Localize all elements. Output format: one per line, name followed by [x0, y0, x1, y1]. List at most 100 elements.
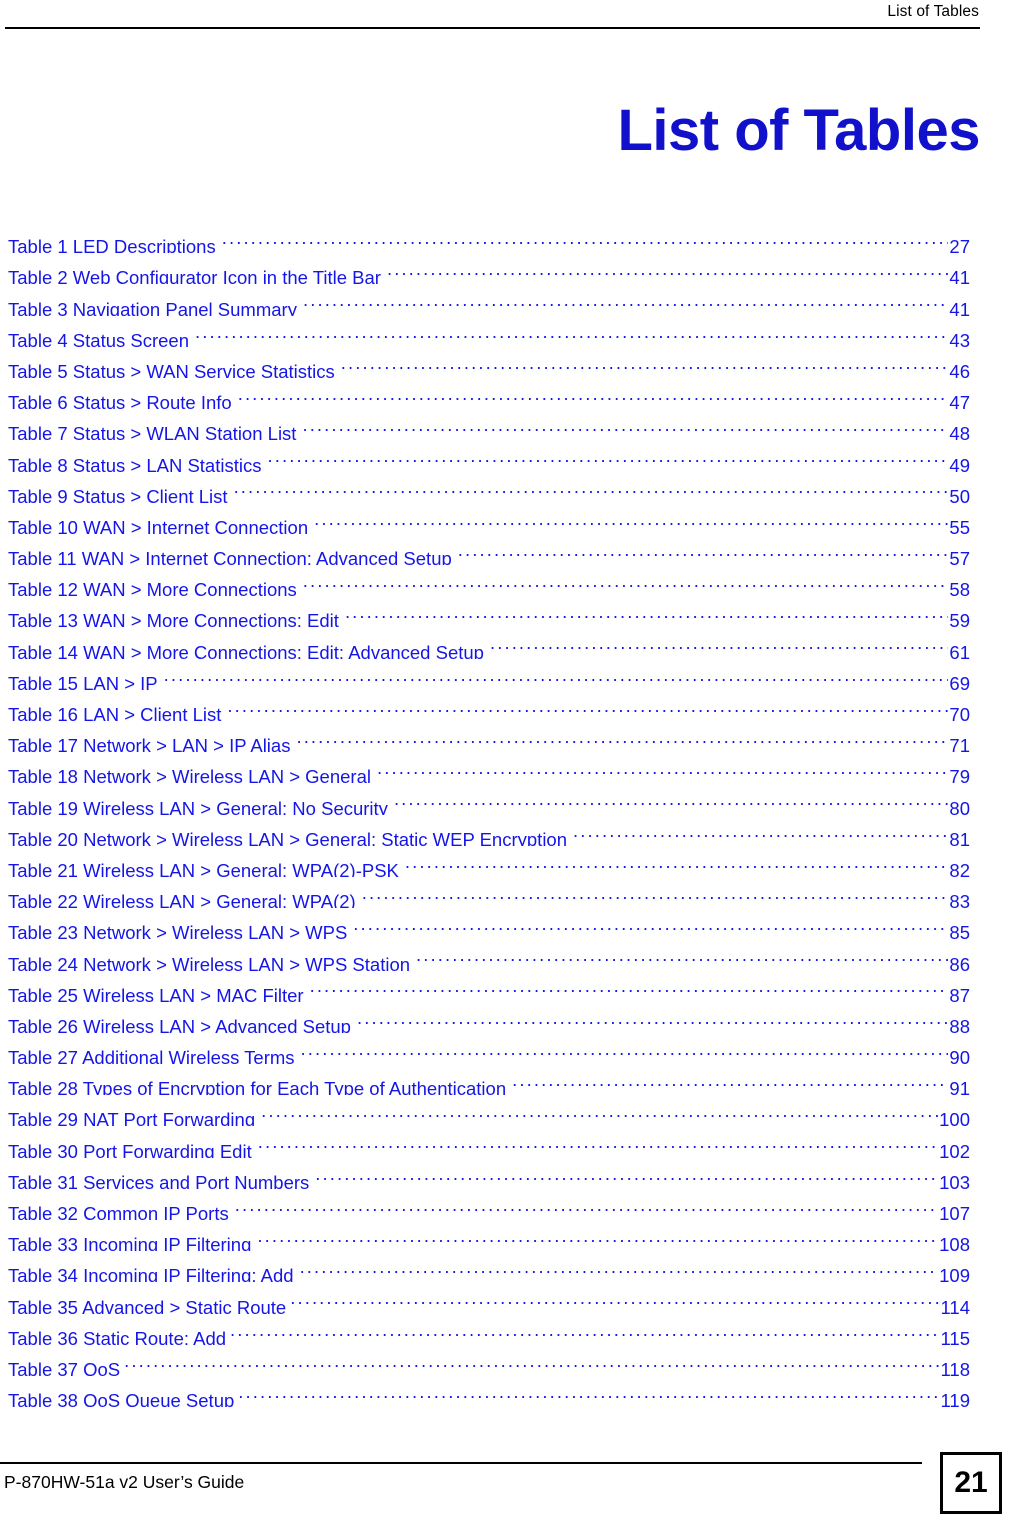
toc-entry-page-number: 81	[949, 828, 970, 846]
toc-entry-page-number: 107	[939, 1203, 970, 1220]
toc-entry[interactable]: Table 14 WAN > More Connections: Edit: A…	[8, 627, 970, 658]
toc-entry-label: Table 5 Status > WAN Service Statistics	[8, 360, 335, 378]
toc-entry[interactable]: Table 26 Wireless LAN > Advanced Setup 88	[8, 1002, 970, 1033]
toc-entry[interactable]: Table 36 Static Route: Add 115	[8, 1314, 970, 1345]
toc-entry[interactable]: Table 19 Wireless LAN > General: No Secu…	[8, 783, 970, 814]
toc-entry-label: Table 15 LAN > IP	[8, 672, 158, 690]
toc-entry-page-number: 80	[949, 797, 970, 815]
toc-entry[interactable]: Table 12 WAN > More Connections 58	[8, 565, 970, 596]
toc-entry[interactable]: Table 4 Status Screen 43	[8, 316, 970, 347]
toc-dot-leader	[314, 503, 948, 534]
toc-entry-label: Table 25 Wireless LAN > MAC Filter	[8, 984, 304, 1002]
toc-entry-label: Table 28 Types of Encryption for Each Ty…	[8, 1078, 507, 1096]
toc-entry-label: Table 34 Incoming IP Filtering: Add	[8, 1265, 294, 1283]
toc-dot-leader	[257, 1220, 938, 1251]
toc-dot-leader	[394, 783, 948, 814]
toc-entry-label: Table 17 Network > LAN > IP Alias	[8, 735, 291, 753]
toc-entry[interactable]: Table 29 NAT Port Forwarding 100	[8, 1095, 970, 1126]
toc-entry[interactable]: Table 28 Types of Encryption for Each Ty…	[8, 1064, 970, 1095]
toc-entry-label: Table 9 Status > Client List	[8, 485, 228, 503]
toc-entry-label: Table 36 Static Route: Add	[8, 1327, 227, 1345]
toc-entry-label: Table 27 Additional Wireless Terms	[8, 1047, 295, 1065]
toc-entry-page-number: 90	[949, 1047, 970, 1065]
toc-entry[interactable]: Table 35 Advanced > Static Route 114	[8, 1282, 970, 1313]
toc-dot-leader	[238, 378, 949, 409]
toc-dot-leader	[290, 1282, 940, 1313]
running-header-title: List of Tables	[887, 3, 979, 20]
toc-entry-page-number: 46	[949, 360, 970, 378]
toc-entry-label: Table 6 Status > Route Info	[8, 392, 232, 410]
toc-entry[interactable]: Table 33 Incoming IP Filtering 108	[8, 1220, 970, 1251]
toc-entry[interactable]: Table 25 Wireless LAN > MAC Filter 87	[8, 971, 970, 1002]
toc-dot-leader	[315, 1158, 938, 1189]
toc-entry-page-number: 70	[949, 704, 970, 721]
toc-entry[interactable]: Table 15 LAN > IP 69	[8, 659, 970, 690]
toc-entry[interactable]: Table 2 Web Configurator Icon in the Tit…	[8, 253, 970, 284]
toc-entry[interactable]: Table 32 Common IP Ports 107	[8, 1189, 970, 1220]
toc-entry-label: Table 14 WAN > More Connections: Edit: A…	[8, 641, 484, 659]
toc-dot-leader	[195, 316, 948, 347]
toc-entry[interactable]: Table 11 WAN > Internet Connection: Adva…	[8, 534, 970, 565]
toc-entry[interactable]: Table 8 Status > LAN Statistics 49	[8, 440, 970, 471]
toc-entry-page-number: 118	[940, 1358, 971, 1376]
toc-entry[interactable]: Table 3 Navigation Panel Summary 41	[8, 284, 970, 315]
toc-entry-label: Table 16 LAN > Client List	[8, 704, 222, 721]
page-title: List of Tables	[617, 97, 980, 163]
toc-entry-label: Table 31 Services and Port Numbers	[8, 1171, 310, 1189]
toc-entry[interactable]: Table 20 Network > Wireless LAN > Genera…	[8, 815, 970, 846]
toc-entry[interactable]: Table 24 Network > Wireless LAN > WPS St…	[8, 939, 970, 970]
page-number-box: 21	[940, 1452, 1002, 1514]
toc-entry-page-number: 88	[949, 1015, 970, 1033]
toc-dot-leader	[124, 1345, 940, 1376]
toc-dot-leader	[238, 1376, 940, 1407]
toc-entry-label: Table 37 QoS	[8, 1358, 121, 1376]
toc-entry[interactable]: Table 6 Status > Route Info 47	[8, 378, 970, 409]
toc-dot-leader	[235, 1189, 938, 1220]
toc-entry-page-number: 59	[949, 610, 970, 628]
toc-dot-leader	[164, 659, 949, 690]
toc-entry[interactable]: Table 27 Additional Wireless Terms 90	[8, 1033, 970, 1064]
toc-entry[interactable]: Table 17 Network > LAN > IP Alias 71	[8, 721, 970, 752]
toc-entry-page-number: 49	[949, 454, 970, 472]
toc-dot-leader	[230, 1314, 940, 1345]
toc-entry-label: Table 13 WAN > More Connections: Edit	[8, 610, 339, 628]
toc-entry-page-number: 69	[949, 672, 970, 690]
toc-entry[interactable]: Table 9 Status > Client List 50	[8, 472, 970, 503]
toc-entry[interactable]: Table 13 WAN > More Connections: Edit 59	[8, 596, 970, 627]
toc-entry[interactable]: Table 23 Network > Wireless LAN > WPS 85	[8, 908, 970, 939]
toc-entry-page-number: 109	[939, 1265, 970, 1283]
toc-dot-leader	[341, 347, 949, 378]
document-page: List of Tables List of Tables Table 1 LE…	[0, 0, 1018, 1524]
toc-entry-page-number: 58	[949, 579, 970, 597]
toc-entry-label: Table 24 Network > Wireless LAN > WPS St…	[8, 953, 411, 971]
toc-dot-leader	[300, 1251, 939, 1282]
toc-entry[interactable]: Table 31 Services and Port Numbers 103	[8, 1158, 970, 1189]
toc-dot-leader	[303, 284, 948, 315]
toc-dot-leader	[357, 1002, 948, 1033]
toc-dot-leader	[261, 1095, 938, 1126]
toc-entry-page-number: 114	[940, 1296, 971, 1314]
list-of-tables: Table 1 LED Descriptions 27 Table 2 Web Co…	[8, 222, 970, 1407]
toc-entry[interactable]: Table 10 WAN > Internet Connection 55	[8, 503, 970, 534]
toc-dot-leader	[234, 472, 949, 503]
toc-entry[interactable]: Table 22 Wireless LAN > General: WPA(2) 8…	[8, 877, 970, 908]
toc-entry[interactable]: Table 1 LED Descriptions 27	[8, 222, 970, 253]
toc-dot-leader	[267, 440, 948, 471]
toc-entry[interactable]: Table 5 Status > WAN Service Statistics 4…	[8, 347, 970, 378]
toc-dot-leader	[377, 752, 948, 783]
toc-entry[interactable]: Table 34 Incoming IP Filtering: Add 109	[8, 1251, 970, 1282]
toc-entry-page-number: 79	[949, 766, 970, 784]
toc-entry[interactable]: Table 37 QoS 118	[8, 1345, 970, 1376]
toc-entry-label: Table 10 WAN > Internet Connection	[8, 516, 309, 534]
toc-entry[interactable]: Table 7 Status > WLAN Station List 48	[8, 409, 970, 440]
toc-entry-label: Table 18 Network > Wireless LAN > Genera…	[8, 766, 371, 784]
toc-entry[interactable]: Table 30 Port Forwarding Edit 102	[8, 1126, 970, 1157]
toc-dot-leader	[303, 565, 949, 596]
toc-entry-label: Table 26 Wireless LAN > Advanced Setup	[8, 1015, 351, 1033]
toc-entry[interactable]: Table 21 Wireless LAN > General: WPA(2)-…	[8, 846, 970, 877]
toc-entry[interactable]: Table 16 LAN > Client List 70	[8, 690, 970, 721]
toc-entry[interactable]: Table 18 Network > Wireless LAN > Genera…	[8, 752, 970, 783]
toc-entry[interactable]: Table 38 QoS Queue Setup 119	[8, 1376, 970, 1407]
toc-entry-page-number: 87	[949, 984, 970, 1002]
toc-dot-leader	[222, 222, 949, 253]
